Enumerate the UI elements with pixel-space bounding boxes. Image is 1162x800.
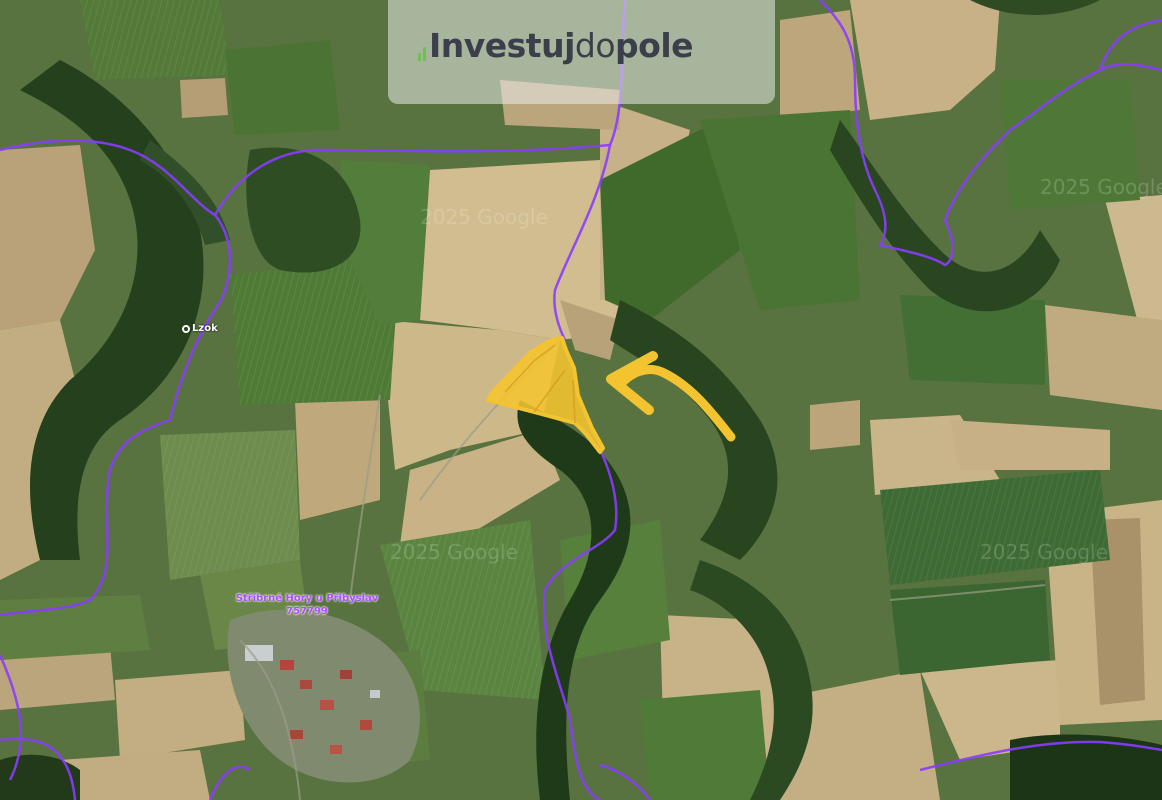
municipality-name: Stříbrné Hory u Přibyslav	[235, 593, 379, 604]
map-watermark: 2025 Google	[390, 540, 518, 564]
logo-part-pole: pole	[615, 26, 694, 65]
logo-part-do: do	[574, 26, 616, 65]
map-watermark: 2025 Google	[420, 205, 548, 229]
logo: Investujdopole	[418, 24, 694, 68]
logo-wordmark: Investujdopole	[429, 24, 694, 68]
poi-marker[interactable]: Lzok	[182, 323, 218, 334]
municipality-code: 757799	[286, 606, 328, 617]
map-watermark: 2025 Google	[1040, 175, 1162, 199]
logo-banner: Investujdopole	[388, 0, 775, 104]
municipality-label: Stříbrné Hory u Přibyslav 757799	[227, 592, 387, 618]
logo-part-investuj: Investuj	[429, 26, 575, 65]
poi-circle-icon	[182, 324, 190, 333]
bar-chart-icon	[418, 47, 426, 68]
satellite-map[interactable]	[0, 0, 1162, 800]
poi-label-text: Lzok	[192, 323, 218, 334]
map-watermark: 2025 Google	[980, 540, 1108, 564]
